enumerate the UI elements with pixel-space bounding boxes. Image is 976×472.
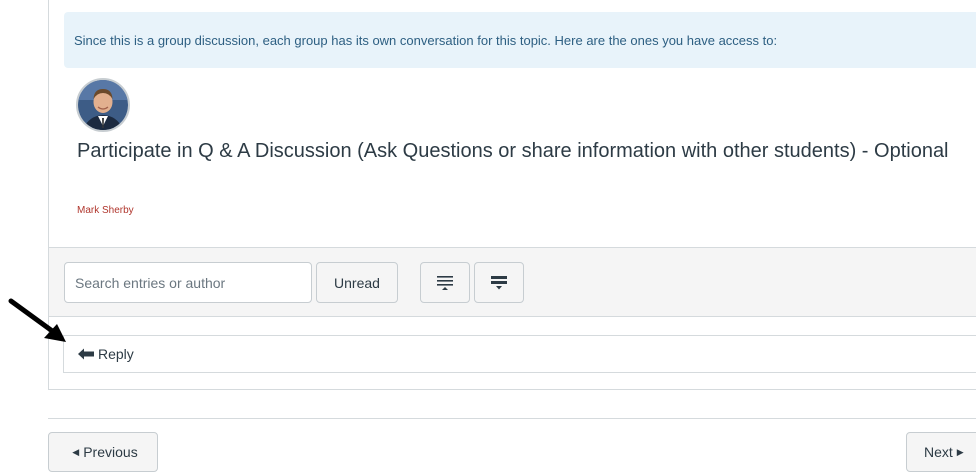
- expand-replies-icon: [491, 275, 507, 289]
- next-triangle-icon: ▶: [956, 446, 964, 457]
- avatar-image: [78, 80, 128, 130]
- next-label: Next: [924, 444, 953, 460]
- author-name-link[interactable]: Mark Sherby: [77, 205, 134, 216]
- pagination-divider: [48, 418, 976, 419]
- next-button[interactable]: Next ▶: [906, 432, 976, 472]
- search-entries-input[interactable]: [64, 262, 312, 303]
- unread-filter-button[interactable]: Unread: [316, 262, 398, 303]
- reply-arrow-icon: [78, 348, 94, 360]
- annotation-arrow-icon: [8, 298, 66, 342]
- expand-replies-button[interactable]: [474, 262, 524, 303]
- previous-button[interactable]: ◀ Previous: [48, 432, 158, 472]
- collapse-replies-icon: [437, 275, 453, 290]
- previous-triangle-icon: ◀: [72, 446, 80, 457]
- collapse-replies-button[interactable]: [420, 262, 470, 303]
- group-discussion-banner: Since this is a group discussion, each g…: [64, 12, 976, 68]
- reply-label: Reply: [98, 346, 134, 362]
- unread-label: Unread: [334, 274, 380, 291]
- author-avatar[interactable]: [76, 78, 130, 132]
- reply-button[interactable]: Reply: [63, 335, 976, 373]
- banner-text: Since this is a group discussion, each g…: [74, 32, 778, 48]
- discussion-title: Participate in Q & A Discussion (Ask Que…: [77, 140, 949, 162]
- previous-label: Previous: [83, 444, 138, 460]
